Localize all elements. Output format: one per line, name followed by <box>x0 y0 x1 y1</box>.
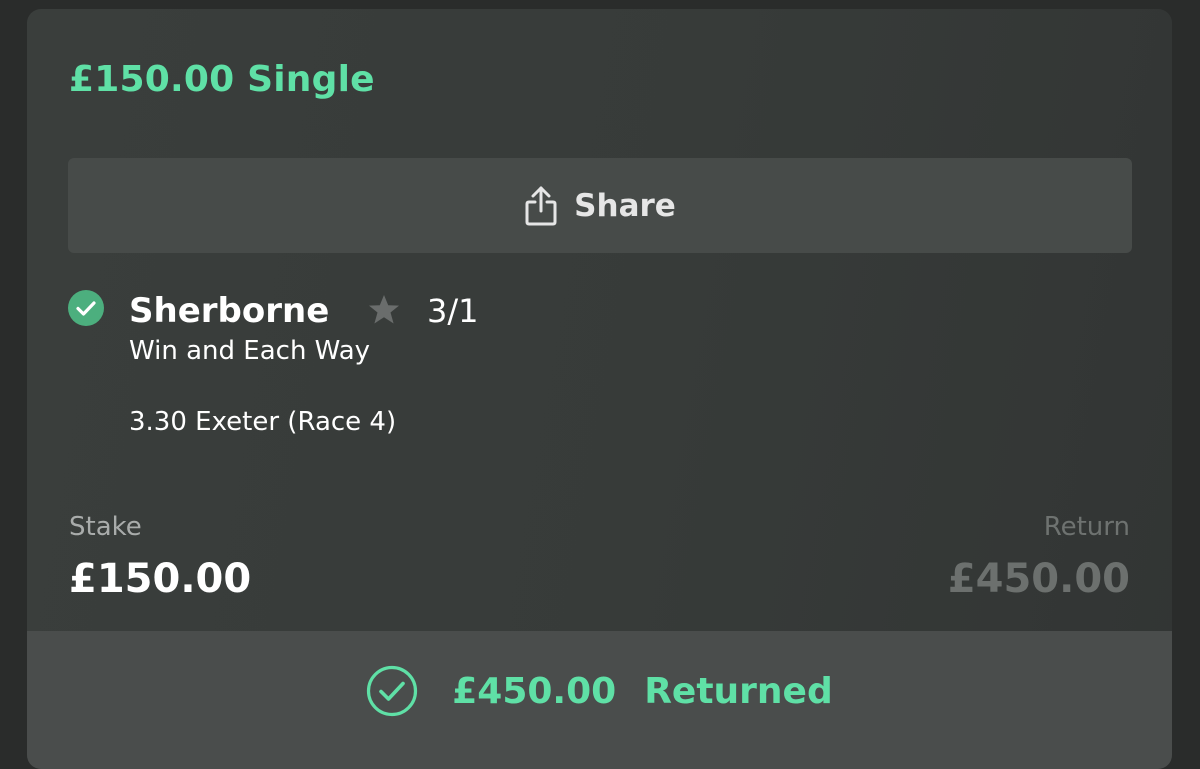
share-button[interactable]: Share <box>68 158 1132 253</box>
star-icon[interactable] <box>367 293 401 327</box>
bet-title: £150.00 Single <box>69 59 375 100</box>
selection-name: Sherborne <box>129 291 330 331</box>
event-name: 3.30 Exeter (Race 4) <box>129 407 397 437</box>
returned-amount: £450.00 <box>452 670 617 712</box>
bet-card: £150.00 Single Share Sherborne 3/1 Win a… <box>27 9 1172 769</box>
stake-label: Stake <box>69 512 142 542</box>
stake-value: £150.00 <box>69 556 252 602</box>
returned-label: Returned <box>644 670 833 712</box>
selection-odds: 3/1 <box>427 292 479 330</box>
return-label: Return <box>1043 512 1130 542</box>
share-icon <box>524 185 558 227</box>
check-circle-icon <box>68 290 104 326</box>
check-circle-outline-icon <box>366 665 452 717</box>
selection-market: Win and Each Way <box>129 336 371 366</box>
share-label: Share <box>574 187 676 224</box>
return-value: £450.00 <box>947 556 1130 602</box>
returned-banner: £450.00 Returned <box>27 631 1172 769</box>
